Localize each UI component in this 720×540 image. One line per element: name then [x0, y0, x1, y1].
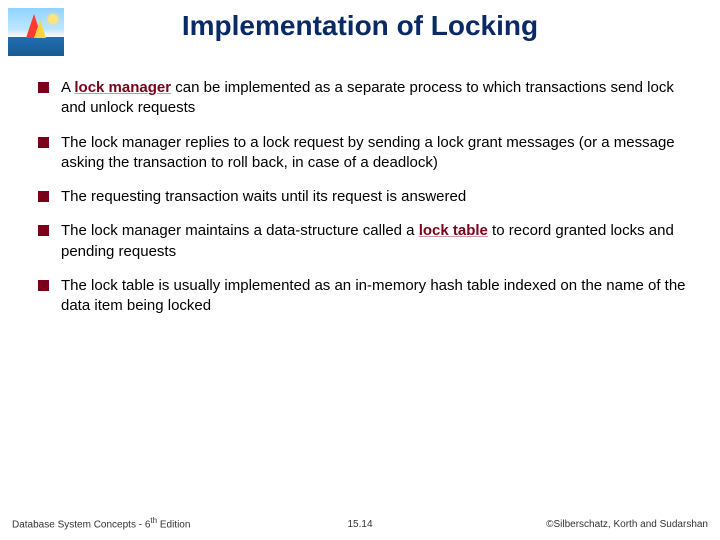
- bullet-list: A lock manager can be implemented as a s…: [38, 78, 690, 330]
- footer-page-number: 15.14: [347, 519, 372, 530]
- term-lock-table: lock table: [419, 222, 488, 239]
- term-lock-manager: lock manager: [74, 79, 171, 96]
- bullet-text: The lock table is usually implemented as…: [61, 276, 690, 317]
- bullet-text: A lock manager can be implemented as a s…: [61, 78, 690, 119]
- footer-copyright: ©Silberschatz, Korth and Sudarshan: [546, 519, 708, 530]
- bullet-text: The lock manager replies to a lock reque…: [61, 133, 690, 174]
- slide-title: Implementation of Locking: [0, 10, 720, 42]
- footer: Database System Concepts - 6th Edition 1…: [12, 516, 708, 530]
- bullet-icon: [38, 280, 49, 291]
- list-item: The lock manager replies to a lock reque…: [38, 133, 690, 174]
- list-item: A lock manager can be implemented as a s…: [38, 78, 690, 119]
- list-item: The lock manager maintains a data-struct…: [38, 221, 690, 262]
- list-item: The lock table is usually implemented as…: [38, 276, 690, 317]
- list-item: The requesting transaction waits until i…: [38, 187, 690, 207]
- slide: Implementation of Locking A lock manager…: [0, 0, 720, 540]
- bullet-icon: [38, 82, 49, 93]
- footer-left: Database System Concepts - 6th Edition: [12, 516, 190, 530]
- bullet-text: The lock manager maintains a data-struct…: [61, 221, 690, 262]
- bullet-icon: [38, 225, 49, 236]
- bullet-icon: [38, 137, 49, 148]
- bullet-icon: [38, 191, 49, 202]
- bullet-text: The requesting transaction waits until i…: [61, 187, 466, 207]
